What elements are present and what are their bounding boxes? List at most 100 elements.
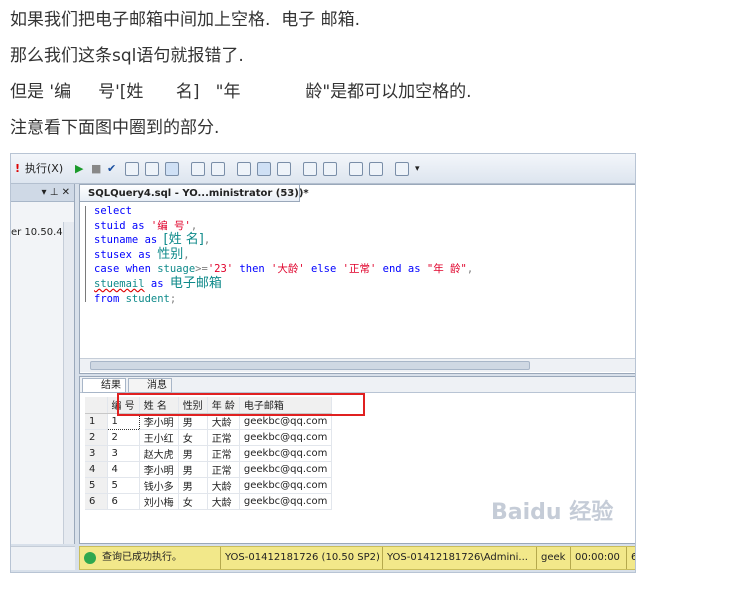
code-line-7: from student;: [94, 292, 473, 307]
code-line-6: stuemail as 电子邮箱: [94, 275, 473, 292]
table-cell[interactable]: 王小红: [139, 429, 179, 446]
string-literal: '正常': [342, 263, 377, 276]
code-line-5: case when stuage>='23' then '大龄' else '正…: [94, 262, 473, 277]
table-cell[interactable]: 刘小梅: [139, 493, 179, 510]
table-cell[interactable]: 正常: [207, 429, 240, 446]
tab-messages[interactable]: 消息: [128, 378, 172, 393]
exclamation-icon[interactable]: !: [15, 160, 20, 178]
results-file-icon[interactable]: [277, 162, 291, 176]
comment-icon[interactable]: [303, 162, 317, 176]
table-cell[interactable]: 6: [107, 493, 140, 510]
row-number[interactable]: 1: [85, 413, 108, 430]
status-database: geek: [536, 547, 569, 569]
table-row[interactable]: 4 4 李小明男正常 geekbc@qq.com: [85, 461, 333, 478]
keyword: else: [304, 263, 343, 276]
horizontal-scrollbar[interactable]: [80, 358, 635, 372]
comma: ,: [183, 248, 190, 261]
status-server: YOS-01412181726 (10.50 SP2): [220, 547, 384, 569]
pane-header-buttons[interactable]: ▾ ⊥ ✕: [11, 184, 74, 202]
results-grid-icon[interactable]: [257, 162, 271, 176]
table-cell[interactable]: 大龄: [207, 493, 240, 510]
table-cell[interactable]: geekbc@qq.com: [239, 477, 333, 494]
comma: ,: [203, 234, 211, 247]
table-cell[interactable]: 女: [178, 493, 208, 510]
stop-icon[interactable]: ■: [91, 160, 101, 178]
string-literal: '23': [207, 263, 234, 276]
comma: ,: [466, 263, 474, 276]
code-token: stusex as: [94, 248, 158, 261]
table-cell[interactable]: 钱小多: [139, 477, 179, 494]
outline-bar: [85, 206, 86, 302]
alias: 性别: [157, 246, 184, 262]
status-message: 查询已成功执行。: [102, 552, 182, 563]
table-cell[interactable]: 3: [107, 445, 140, 462]
keyword: select: [94, 205, 132, 217]
table-cell[interactable]: geekbc@qq.com: [239, 461, 333, 478]
highlight-annotation: [117, 393, 365, 416]
code-token: stuname as: [94, 234, 164, 247]
comma: ,: [190, 219, 198, 232]
tab-results[interactable]: 结果: [82, 378, 126, 393]
table-cell[interactable]: 男: [178, 445, 208, 462]
table-cell[interactable]: 李小明: [139, 461, 179, 478]
table-cell[interactable]: 2: [107, 429, 140, 446]
row-number[interactable]: 6: [85, 493, 108, 510]
ssms-screenshot: ! 执行(X) ▶ ■ ✔ ▾ ▾ ⊥ ✕ er 10.50.4 ▴ SQLQu…: [10, 153, 636, 573]
play-icon[interactable]: ▶: [75, 160, 83, 178]
save-icon[interactable]: [165, 162, 179, 176]
status-bar: 查询已成功执行。 YOS-01412181726 (10.50 SP2) YOS…: [79, 546, 635, 570]
intellisense-icon[interactable]: [211, 162, 225, 176]
table-cell[interactable]: 大龄: [207, 477, 240, 494]
keyword: from: [94, 292, 126, 305]
table-cell[interactable]: 赵大虎: [139, 445, 179, 462]
alias: "年 龄": [426, 263, 467, 276]
display-plan-icon[interactable]: [145, 162, 159, 176]
row-number[interactable]: 4: [85, 461, 108, 478]
object-explorer-pane: ▾ ⊥ ✕ er 10.50.4 ▴: [11, 184, 75, 544]
tab-sqlquery4[interactable]: SQLQuery4.sql - YO...ministrator (53))*: [80, 185, 309, 202]
server-node[interactable]: er 10.50.4 ▴: [11, 227, 71, 238]
table-row[interactable]: 5 5 钱小多男大龄 geekbc@qq.com: [85, 477, 333, 494]
results-text-icon[interactable]: [237, 162, 251, 176]
row-number[interactable]: 5: [85, 477, 108, 494]
execute-button[interactable]: 执行(X): [25, 160, 63, 178]
status-elapsed-time: 00:00:00: [570, 547, 624, 569]
parse-icon[interactable]: [125, 162, 139, 176]
results-tabs: 结果 消息: [80, 377, 635, 393]
chevron-down-icon[interactable]: ▾: [415, 160, 420, 178]
query-options-icon[interactable]: [191, 162, 205, 176]
table-row[interactable]: 2 2 王小红女正常 geekbc@qq.com: [85, 429, 333, 446]
table-cell[interactable]: 男: [178, 461, 208, 478]
code-token: case when: [94, 263, 158, 276]
table-cell[interactable]: 正常: [207, 461, 240, 478]
table-cell[interactable]: geekbc@qq.com: [239, 493, 333, 510]
sql-code[interactable]: select stuid as '编 号', stuname as [姓 名],…: [94, 204, 473, 306]
alias: 电子邮箱: [169, 275, 222, 291]
check-icon[interactable]: ✔: [107, 160, 116, 178]
row-number[interactable]: 3: [85, 445, 108, 462]
specify-values-icon[interactable]: [395, 162, 409, 176]
table-cell[interactable]: geekbc@qq.com: [239, 429, 333, 446]
table-row[interactable]: 3 3 赵大虎男正常 geekbc@qq.com: [85, 445, 333, 462]
paragraph-4: 注意看下面图中圈到的部分.: [10, 118, 220, 138]
table-cell[interactable]: 4: [107, 461, 140, 478]
uncomment-icon[interactable]: [323, 162, 337, 176]
increase-indent-icon[interactable]: [369, 162, 383, 176]
semicolon: ;: [169, 292, 177, 305]
table-cell[interactable]: 5: [107, 477, 140, 494]
table-row[interactable]: 6 6 刘小梅女大龄 geekbc@qq.com: [85, 493, 333, 510]
row-number[interactable]: 2: [85, 429, 108, 446]
scroll-thumb[interactable]: [90, 361, 530, 370]
table-cell[interactable]: geekbc@qq.com: [239, 445, 333, 462]
table-cell[interactable]: 男: [178, 477, 208, 494]
decrease-indent-icon[interactable]: [349, 162, 363, 176]
keyword: as: [144, 277, 170, 290]
identifier: student: [125, 292, 170, 305]
table-cell[interactable]: 正常: [207, 445, 240, 462]
query-editor[interactable]: SQLQuery4.sql - YO...ministrator (53))* …: [79, 184, 635, 374]
table-cell[interactable]: 女: [178, 429, 208, 446]
code-line-4: stusex as 性别,: [94, 246, 473, 263]
success-icon: [84, 552, 96, 564]
vertical-scrollbar[interactable]: [63, 222, 74, 544]
alias: [姓 名]: [163, 232, 204, 248]
